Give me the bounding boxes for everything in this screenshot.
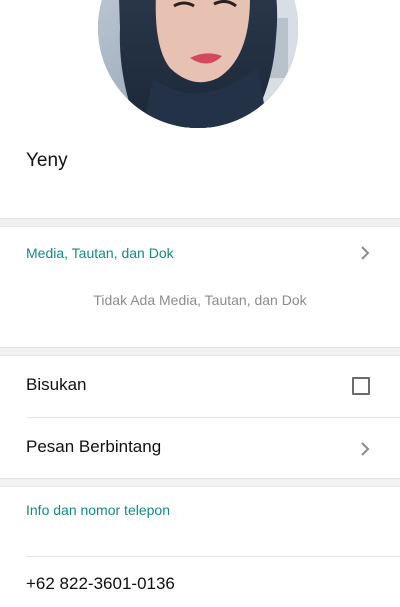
media-empty-message: Tidak Ada Media, Tautan, dan Dok [93,292,307,308]
section-divider [0,218,400,227]
profile-photo[interactable] [98,0,298,128]
contact-info-screen: Yeny Media, Tautan, dan Dok Tidak Ada Me… [0,0,400,607]
profile-photo-image [98,0,298,128]
mute-label: Bisukan [26,375,87,394]
starred-messages-label: Pesan Berbintang [26,437,162,456]
phone-number-row[interactable]: +62 822-3601-0136 [0,557,400,607]
media-section-title: Media, Tautan, dan Dok [26,245,174,261]
contact-name: Yeny [26,150,68,171]
info-and-phone-section: Info dan nomor telepon +62 822-3601-0136 [0,487,400,607]
section-divider [0,347,400,356]
starred-messages-row[interactable]: Pesan Berbintang [0,418,400,478]
chevron-right-icon [361,246,370,260]
phone-number: +62 822-3601-0136 [26,574,175,593]
mute-checkbox[interactable] [352,377,370,395]
media-links-docs-section[interactable]: Media, Tautan, dan Dok Tidak Ada Media, … [0,227,400,347]
info-section-title: Info dan nomor telepon [26,502,170,518]
section-divider [0,478,400,487]
profile-header: Yeny [0,0,400,218]
chevron-right-icon [361,442,370,456]
mute-row[interactable]: Bisukan [0,356,400,416]
